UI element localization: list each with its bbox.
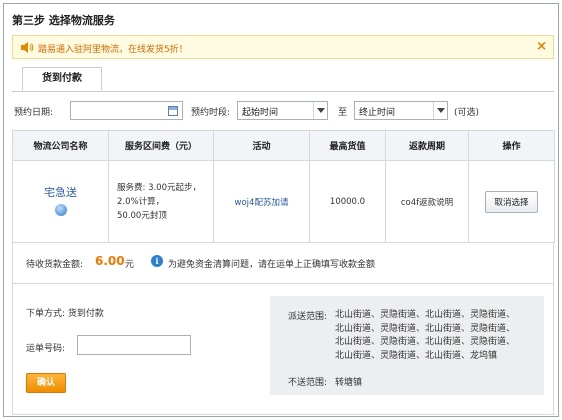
promo-notice: 踏易通入驻阿里物流，在线发货5折！ × — [12, 35, 554, 59]
fee-cell: 服务费: 3.00元起步， 2.0%计算， 50.00元封顶 — [108, 160, 214, 243]
delivery-range-list: 北山街道、灵隐街道、北山街道、灵隐街道、 北山街道、灵隐街道、北山街道、灵隐街道… — [335, 309, 540, 363]
fee-line: 2.0%计算， — [117, 196, 165, 207]
tab-cash-on-delivery[interactable]: 货到付款 — [22, 67, 102, 91]
end-time-select[interactable]: 终止时间 — [354, 101, 448, 120]
header-activity: 活动 — [213, 130, 310, 161]
amount-value: 6.00 — [95, 254, 125, 268]
table-row: 宅急送 服务费: 3.00元起步， 2.0%计算， 50.00元封顶 woj4配… — [12, 160, 555, 243]
date-input[interactable] — [70, 101, 183, 120]
company-logo-icon — [54, 204, 67, 216]
company-cell: 宅急送 — [12, 160, 109, 243]
waybill-input[interactable] — [77, 335, 191, 355]
amount-label: 待收货款金额: — [26, 260, 84, 270]
range-line: 北山街道、灵隐街道、北山街道、灵隐街道、 — [335, 337, 516, 347]
chevron-down-icon[interactable] — [313, 102, 327, 119]
end-time-value: 终止时间 — [359, 108, 396, 118]
fee-line: 服务费: 3.00元起步， — [117, 182, 201, 193]
to-label: 至 — [338, 108, 348, 118]
appointment-filter: 预约日期: 预约时段: 起始时间 至 终止时间 (可选) — [14, 101, 548, 121]
activity-link[interactable]: woj4配苏加请 — [235, 198, 289, 208]
range-line: 北山街道、灵隐街道、北山街道、灵隐街道、 — [335, 323, 516, 334]
activity-cell: woj4配苏加请 — [213, 160, 310, 243]
waybill-label: 运单号码: — [26, 344, 66, 354]
speaker-icon — [21, 42, 34, 53]
page-title: 第三步 选择物流服务 — [12, 14, 115, 27]
calendar-icon[interactable] — [168, 106, 178, 116]
info-icon: i — [151, 255, 163, 267]
fee-line: 50.00元封顶 — [117, 210, 167, 221]
no-delivery-value: 转塘镇 — [335, 378, 363, 388]
header-refund-cycle: 返款周期 — [385, 130, 469, 161]
cancel-selection-button[interactable]: 取消选择 — [485, 190, 538, 213]
tab-divider — [12, 91, 554, 92]
logistics-table: 物流公司名称 服务区间费（元） 活动 最高货值 返款周期 操作 宅急送 服务费:… — [12, 130, 555, 243]
chevron-down-icon[interactable] — [433, 102, 447, 119]
amount-section: 待收货款金额: 6.00 元 i 为避免资金清算问题，请在运单上正确填写收款金额 — [12, 242, 554, 284]
refund-cycle-cell: co4f返款说明 — [385, 160, 469, 243]
start-time-select[interactable]: 起始时间 — [237, 101, 328, 120]
close-icon[interactable]: × — [536, 39, 547, 54]
no-delivery-label: 不送范围: — [288, 378, 328, 388]
logistics-panel: 第三步 选择物流服务 踏易通入驻阿里物流，在线发货5折！ × 货到付款 预约日期… — [3, 3, 559, 417]
range-line: 北山街道、灵隐街道、北山街道、龙坞镇 — [335, 350, 498, 361]
range-line: 北山街道、灵隐街道、北山街道、灵隐街道、 — [335, 310, 516, 320]
confirm-button[interactable]: 确认 — [26, 373, 66, 393]
table-header-row: 物流公司名称 服务区间费（元） 活动 最高货值 返款周期 操作 — [12, 130, 555, 161]
max-value-cell: 10000.0 — [309, 160, 386, 243]
header-action: 操作 — [468, 130, 555, 161]
optional-label: (可选) — [454, 108, 480, 118]
date-label: 预约日期: — [14, 108, 54, 118]
period-label: 预约时段: — [191, 108, 231, 118]
notice-text: 踏易通入驻阿里物流，在线发货5折！ — [38, 45, 188, 55]
header-max-value: 最高货值 — [309, 130, 386, 161]
header-fee: 服务区间费（元） — [108, 130, 214, 161]
company-name[interactable]: 宅急送 — [13, 184, 108, 200]
start-time-value: 起始时间 — [242, 108, 279, 118]
header-company: 物流公司名称 — [12, 130, 109, 161]
order-section: 下单方式: 货到付款 运单号码: 确认 派送范围: 北山街道、灵隐街道、北山街道… — [12, 284, 554, 415]
refund-cycle-text: co4f返款说明 — [400, 197, 454, 208]
amount-info-text: 为避免资金清算问题，请在运单上正确填写收款金额 — [168, 260, 376, 270]
delivery-range-label: 派送范围: — [288, 312, 328, 322]
amount-unit: 元 — [125, 260, 135, 270]
action-cell: 取消选择 — [468, 160, 555, 243]
delivery-range-box: 派送范围: 北山街道、灵隐街道、北山街道、灵隐街道、 北山街道、灵隐街道、北山街… — [270, 296, 544, 395]
order-mode: 下单方式: 货到付款 — [26, 309, 104, 319]
